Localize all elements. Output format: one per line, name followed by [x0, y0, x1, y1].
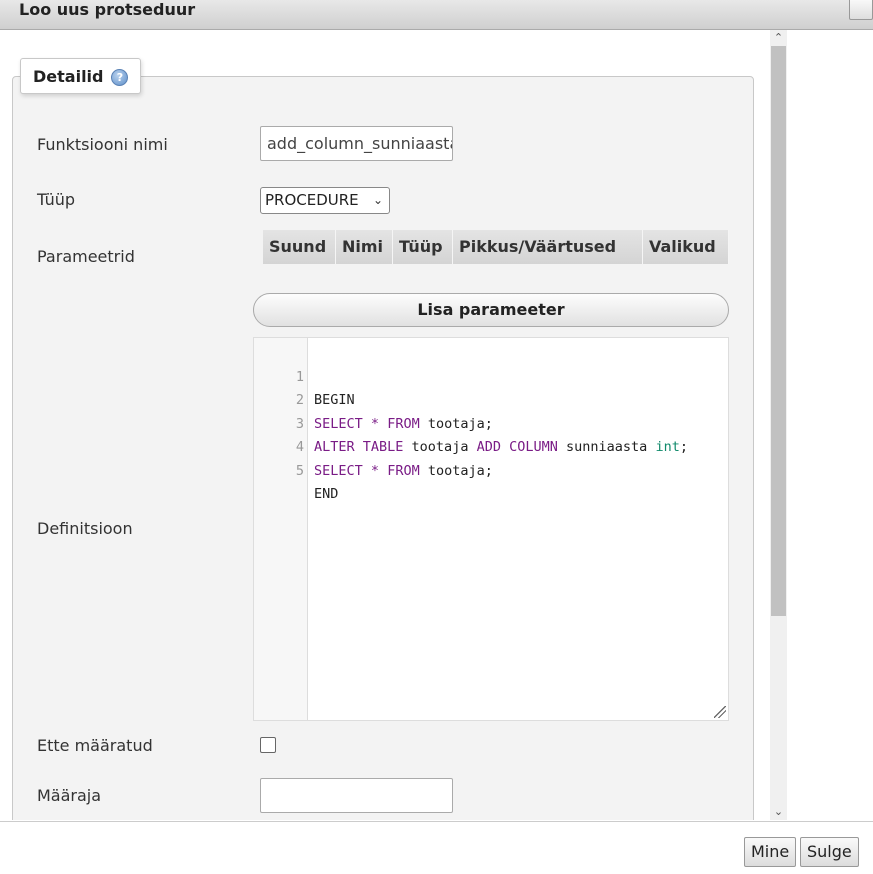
vertical-scrollbar[interactable]: ⌃ ⌄ — [770, 30, 787, 820]
code-line: 4 SELECT * FROM tootaja; — [254, 413, 728, 479]
chevron-down-icon: ⌄ — [372, 193, 383, 207]
help-icon[interactable]: ? — [111, 69, 129, 86]
dialog-close-button[interactable] — [849, 0, 873, 20]
go-button[interactable]: Mine — [744, 837, 797, 867]
dialog-titlebar: Loo uus protseduur — [0, 0, 873, 30]
dialog-content: Detailid ? Funktsiooni nimi add_column_s… — [0, 30, 873, 820]
deterministic-checkbox[interactable] — [260, 737, 276, 753]
dialog-footer: Mine Sulge — [0, 821, 873, 874]
definition-label: Definitsioon — [37, 519, 133, 538]
scrollbar-thumb[interactable] — [771, 46, 786, 616]
definer-input[interactable] — [260, 778, 453, 813]
resize-handle-icon[interactable] — [714, 706, 726, 718]
parameters-label: Parameetrid — [37, 247, 135, 266]
column-header-name: Nimi — [336, 230, 393, 264]
code-text: SELECT * FROM tootaja; — [314, 462, 493, 479]
column-header-length-values: Pikkus/Väärtused — [453, 230, 643, 264]
type-select[interactable]: PROCEDURE ⌄ — [260, 187, 390, 214]
code-line: 3 ALTER TABLE tootaja ADD COLUMN sunniaa… — [254, 389, 728, 456]
type-select-value: PROCEDURE — [265, 191, 359, 209]
details-legend: Detailid ? — [20, 58, 142, 94]
column-header-type: Tüüp — [393, 230, 453, 264]
add-parameter-button[interactable]: Lisa parameeter — [253, 293, 729, 327]
column-header-options: Valikud — [643, 230, 729, 264]
scroll-down-icon[interactable]: ⌄ — [770, 804, 787, 820]
function-name-input[interactable]: add_column_sunniaasta — [260, 126, 453, 161]
line-number: 5 — [295, 462, 304, 479]
code-line: 1 BEGIN — [254, 342, 728, 409]
dialog-title: Loo uus protseduur — [19, 0, 196, 19]
code-line: 2 SELECT * FROM tootaja; — [254, 366, 728, 432]
parameters-table-header: Suund Nimi Tüüp Pikkus/Väärtused Valikud — [263, 230, 729, 264]
close-button[interactable]: Sulge — [800, 837, 859, 867]
details-legend-label: Detailid — [33, 66, 104, 86]
definer-label: Määraja — [37, 786, 102, 805]
type-label: Tüüp — [37, 190, 76, 209]
definition-code-editor[interactable]: 1 BEGIN 2 SELECT * FROM tootaja; 3 ALTER… — [253, 337, 729, 721]
code-text: END — [314, 486, 339, 502]
scroll-up-icon[interactable]: ⌃ — [770, 30, 787, 46]
deterministic-label: Ette määratud — [37, 736, 153, 755]
code-line: 5 END — [254, 436, 728, 503]
column-header-direction: Suund — [263, 230, 336, 264]
function-name-label: Funktsiooni nimi — [37, 135, 168, 154]
